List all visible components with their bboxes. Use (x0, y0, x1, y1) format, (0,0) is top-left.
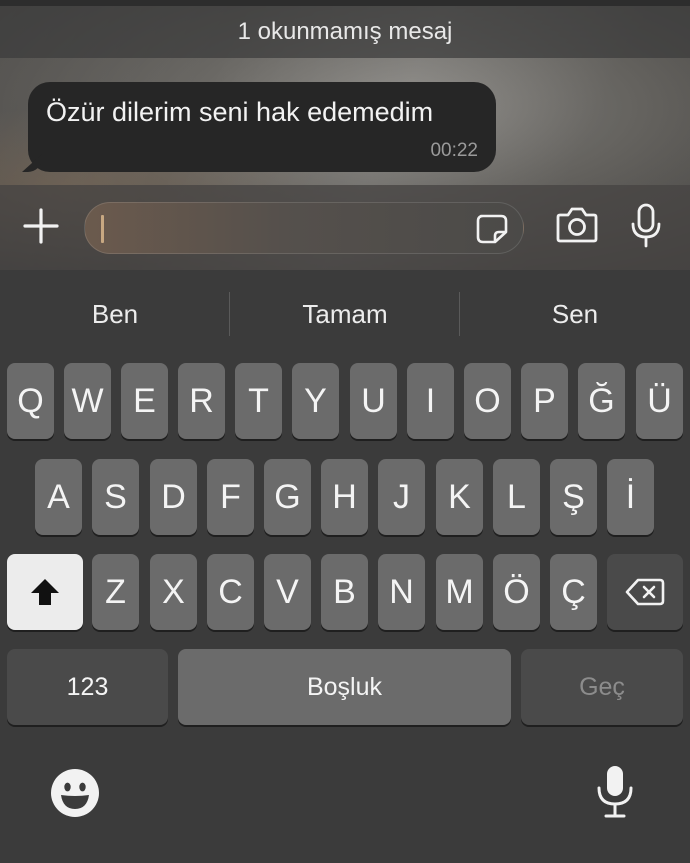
key-e[interactable]: E (121, 363, 168, 439)
key-d[interactable]: D (150, 459, 197, 535)
key-z[interactable]: Z (92, 554, 139, 630)
key-o[interactable]: O (464, 363, 511, 439)
key-p[interactable]: P (521, 363, 568, 439)
key-x[interactable]: X (150, 554, 197, 630)
key-k[interactable]: K (436, 459, 483, 535)
key-g-breve[interactable]: Ğ (578, 363, 625, 439)
key-w[interactable]: W (64, 363, 111, 439)
key-b[interactable]: B (321, 554, 368, 630)
key-g[interactable]: G (264, 459, 311, 535)
key-s[interactable]: S (92, 459, 139, 535)
key-c-cedilla[interactable]: Ç (550, 554, 597, 630)
key-o-umlaut[interactable]: Ö (493, 554, 540, 630)
key-r[interactable]: R (178, 363, 225, 439)
key-v[interactable]: V (264, 554, 311, 630)
key-n[interactable]: N (378, 554, 425, 630)
message-text: Özür dilerim seni hak edemedim (46, 97, 434, 127)
shift-key[interactable] (7, 554, 83, 630)
numbers-key[interactable]: 123 (7, 649, 168, 725)
return-key[interactable]: Geç (521, 649, 683, 725)
key-q[interactable]: Q (7, 363, 54, 439)
key-j[interactable]: J (378, 459, 425, 535)
key-s-cedilla[interactable]: Ş (550, 459, 597, 535)
key-m[interactable]: M (436, 554, 483, 630)
incoming-message-bubble[interactable]: Özür dilerim seni hak edemedim 00:22 (22, 82, 496, 172)
key-u-umlaut[interactable]: Ü (636, 363, 683, 439)
backspace-icon (625, 578, 665, 606)
suggestion-1[interactable]: Ben (0, 292, 230, 336)
shift-icon (31, 579, 59, 605)
key-a[interactable]: A (35, 459, 82, 535)
key-h[interactable]: H (321, 459, 368, 535)
key-c[interactable]: C (207, 554, 254, 630)
key-u[interactable]: U (350, 363, 397, 439)
emoji-icon[interactable] (50, 768, 100, 818)
plus-icon[interactable] (22, 207, 60, 245)
dictation-microphone-icon[interactable] (596, 764, 634, 820)
camera-icon[interactable] (555, 205, 599, 245)
key-y[interactable]: Y (292, 363, 339, 439)
unread-messages-banner: 1 okunmamış mesaj (0, 6, 690, 58)
sticker-icon[interactable] (475, 213, 509, 245)
message-timestamp: 00:22 (430, 140, 478, 161)
space-key[interactable]: Boşluk (178, 649, 511, 725)
message-input[interactable] (84, 202, 524, 254)
suggestion-3[interactable]: Sen (460, 292, 690, 336)
key-i[interactable]: I (407, 363, 454, 439)
predictive-text-bar: Ben Tamam Sen (0, 270, 690, 356)
microphone-icon[interactable] (630, 203, 662, 249)
text-caret (101, 215, 104, 243)
key-t[interactable]: T (235, 363, 282, 439)
suggestion-2[interactable]: Tamam (230, 292, 460, 336)
key-l[interactable]: L (493, 459, 540, 535)
backspace-key[interactable] (607, 554, 683, 630)
key-i-dotted[interactable]: İ (607, 459, 654, 535)
key-f[interactable]: F (207, 459, 254, 535)
